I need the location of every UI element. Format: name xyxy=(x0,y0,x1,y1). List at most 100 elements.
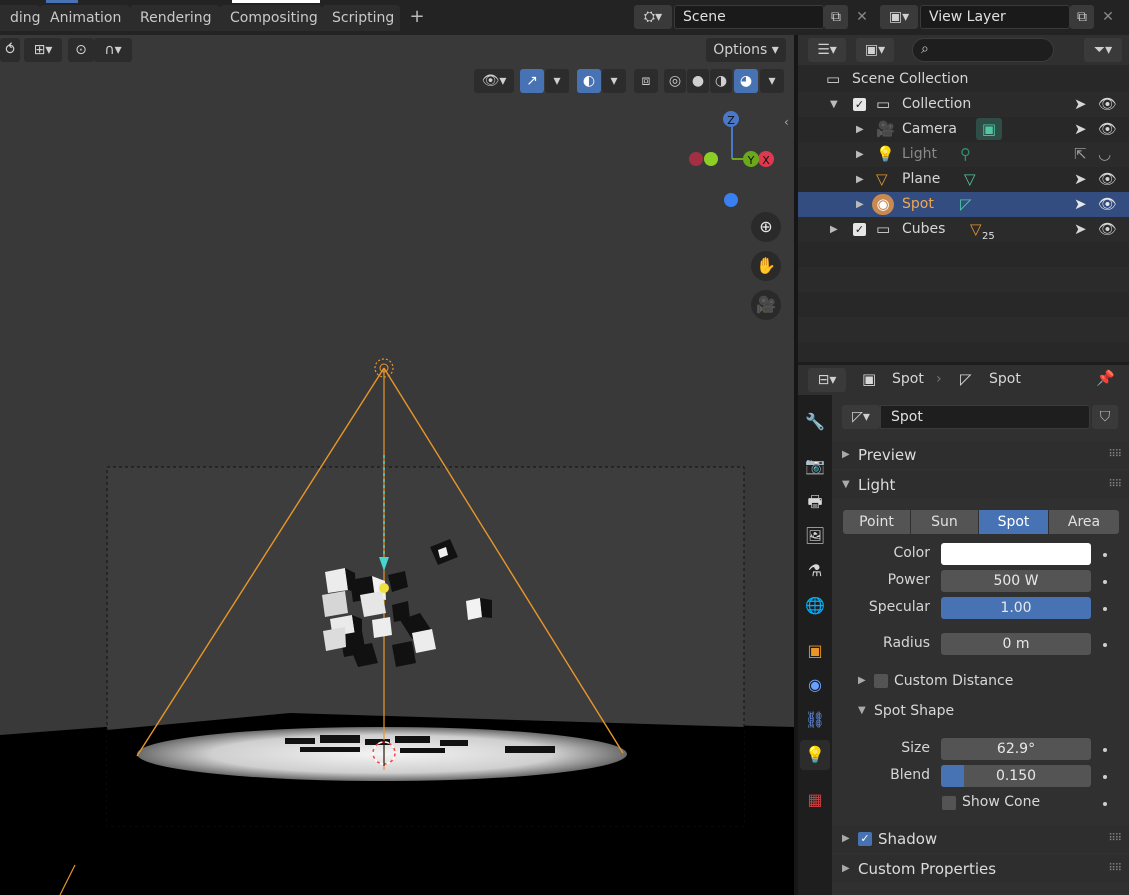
select-arrow-icon[interactable]: ➤ xyxy=(1074,92,1087,117)
options-dropdown[interactable]: Options ▾ xyxy=(706,38,786,62)
drag-grip-icon[interactable]: ⠿⠿ xyxy=(1108,855,1122,883)
view-layer-copy-button[interactable]: ⧉ xyxy=(1070,5,1094,29)
light-type-area[interactable]: Area xyxy=(1049,510,1119,534)
expand-right-icon[interactable]: ▶ xyxy=(856,192,864,217)
light-data-tab-icon[interactable]: 💡 xyxy=(800,740,830,770)
rendered-shading-button[interactable]: ◕ xyxy=(734,69,758,93)
workspace-tab-compositing[interactable]: Compositing xyxy=(220,5,322,31)
workspace-tab-rendering[interactable]: Rendering xyxy=(130,5,220,31)
camera-data-icon[interactable]: ▣ xyxy=(976,118,1002,140)
tool-tab-icon[interactable]: 🔧 xyxy=(800,407,830,437)
3d-viewport[interactable]: Z X Y ⥀ ⊞▾ ⊙ ∩▾ Options ▾ 👁▾ ↗ ▾ ◐ ▾ ⧈ ◎… xyxy=(0,35,794,895)
custom-properties-panel-header[interactable]: ▶ Custom Properties ⠿⠿ xyxy=(832,855,1129,883)
proportional-edit-button[interactable]: ⊙ xyxy=(68,38,94,62)
outliner-row-plane[interactable]: ▶ ▽ Plane ▽ ➤ 👁 xyxy=(798,167,1129,192)
select-arrow-icon[interactable]: ➤ xyxy=(1074,167,1087,192)
select-arrow-icon[interactable]: ➤ xyxy=(1074,217,1087,242)
outliner-row-camera[interactable]: ▶ 🎥 Camera ▣ ➤ 👁 xyxy=(798,117,1129,142)
scene-name-field[interactable]: Scene xyxy=(674,5,824,29)
expand-right-icon[interactable]: ▶ xyxy=(856,117,864,142)
drag-grip-icon[interactable]: ⠿⠿ xyxy=(1108,441,1122,469)
custom-distance-subpanel[interactable]: ▶ Custom Distance xyxy=(832,667,1129,695)
drag-grip-icon[interactable]: ⠿⠿ xyxy=(1108,825,1122,853)
preview-panel-header[interactable]: ▶ Preview ⠿⠿ xyxy=(832,441,1129,469)
solid-shading-button[interactable]: ● xyxy=(687,69,709,93)
mesh-data-icon[interactable]: ▽ xyxy=(964,167,976,192)
physics-tab-icon[interactable]: ◉ xyxy=(800,670,830,700)
scene-collection-row[interactable]: ▭ Scene Collection xyxy=(798,67,1129,92)
select-arrow-icon[interactable]: ➤ xyxy=(1074,192,1087,217)
wireframe-shading-button[interactable]: ◎ xyxy=(664,69,686,93)
outliner-row-collection[interactable]: ▼ ✓ ▭ Collection ➤ 👁 xyxy=(798,92,1129,117)
pin-icon[interactable]: 📌 xyxy=(1096,369,1115,387)
spot-data-icon[interactable]: ◸ xyxy=(960,192,972,217)
expand-down-icon[interactable]: ▼ xyxy=(830,92,838,117)
material-shading-button[interactable]: ◑ xyxy=(710,69,732,93)
editor-type-dropdown[interactable]: ⊟▾ xyxy=(808,368,846,392)
editor-type-dropdown[interactable]: ☰▾ xyxy=(808,38,846,62)
scene-browse-button[interactable]: ⛭▾ xyxy=(634,5,672,29)
light-type-point[interactable]: Point xyxy=(843,510,910,534)
shadow-checkbox[interactable]: ✓ xyxy=(858,832,872,846)
fake-user-shield-icon[interactable]: ⛉ xyxy=(1092,405,1118,429)
constraints-tab-icon[interactable]: ⛓ xyxy=(800,705,830,735)
mesh-object-icon[interactable]: ▽ xyxy=(970,217,982,242)
light-panel-header[interactable]: ▼ Light ⠿⠿ xyxy=(832,471,1129,499)
scene-close-button[interactable]: ✕ xyxy=(852,5,872,29)
light-datablock-name[interactable]: Spot xyxy=(880,405,1090,429)
select-arrow-icon[interactable]: ➤ xyxy=(1074,117,1087,142)
eye-icon[interactable]: 👁 xyxy=(1098,92,1117,117)
expand-right-icon[interactable]: ▶ xyxy=(830,217,838,242)
radius-field[interactable]: 0 m xyxy=(941,633,1091,655)
xray-toggle[interactable]: ⧈ xyxy=(634,69,658,93)
keyframe-dot[interactable] xyxy=(1103,553,1107,557)
eye-icon[interactable]: 👁 xyxy=(1098,217,1117,242)
expand-right-icon[interactable]: ▶ xyxy=(856,167,864,192)
falloff-dropdown[interactable]: ∩▾ xyxy=(94,38,132,62)
zoom-icon[interactable]: ⊕ xyxy=(751,212,781,242)
spot-size-field[interactable]: 62.9° xyxy=(941,738,1091,760)
keyframe-dot[interactable] xyxy=(1103,748,1107,752)
workspace-tab-shading[interactable]: ding xyxy=(0,5,41,31)
shading-dropdown[interactable]: ▾ xyxy=(760,69,784,93)
light-type-spot[interactable]: Spot xyxy=(979,510,1048,534)
object-tab-icon[interactable]: ▣ xyxy=(800,636,830,666)
spot-shape-subpanel-header[interactable]: ▼ Spot Shape xyxy=(832,697,1129,725)
pan-hand-icon[interactable]: ✋ xyxy=(751,251,781,281)
gizmo-dropdown[interactable]: ▾ xyxy=(545,69,569,93)
spot-blend-slider[interactable]: 0.150 xyxy=(941,765,1091,787)
exclude-checkbox[interactable]: ✓ xyxy=(853,98,866,111)
eye-closed-icon[interactable]: ◡ xyxy=(1098,142,1111,167)
outliner-row-cubes[interactable]: ▶ ✓ ▭ Cubes ▽ 25 ➤ 👁 xyxy=(798,217,1129,242)
outliner-row-light[interactable]: ▶ 💡 Light ⚲ ⇱ ◡ xyxy=(798,142,1129,167)
exclude-checkbox[interactable]: ✓ xyxy=(853,223,866,236)
view-layer-browse-button[interactable]: ▣▾ xyxy=(880,5,918,29)
keyframe-dot[interactable] xyxy=(1103,607,1107,611)
keyframe-dot[interactable] xyxy=(1103,802,1107,806)
light-type-sun[interactable]: Sun xyxy=(911,510,978,534)
power-field[interactable]: 500 W xyxy=(941,570,1091,592)
specular-field[interactable]: 1.00 xyxy=(941,597,1091,619)
scene-tab-icon[interactable]: ⚗ xyxy=(800,556,830,586)
keyframe-dot[interactable] xyxy=(1103,643,1107,647)
eye-icon[interactable]: 👁 xyxy=(1098,192,1117,217)
sidebar-collapse-icon[interactable]: ‹ xyxy=(784,115,794,129)
color-swatch[interactable] xyxy=(941,543,1091,565)
scene-copy-button[interactable]: ⧉ xyxy=(824,5,848,29)
overlays-toggle[interactable]: ◐ xyxy=(577,69,601,93)
world-tab-icon[interactable]: 🌐 xyxy=(800,591,830,621)
eye-icon[interactable]: 👁 xyxy=(1098,167,1117,192)
keyframe-dot[interactable] xyxy=(1103,580,1107,584)
snap-icon[interactable]: ⥀ xyxy=(0,38,20,62)
display-mode-dropdown[interactable]: ▣▾ xyxy=(856,38,894,62)
search-input[interactable]: ⌕ xyxy=(912,38,1054,62)
snap-target-dropdown[interactable]: ⊞▾ xyxy=(24,38,62,62)
eye-icon[interactable]: 👁 xyxy=(1098,117,1117,142)
view-layer-close-button[interactable]: ✕ xyxy=(1098,5,1118,29)
outliner-row-spot[interactable]: ▶ ◉ Spot ◸ ➤ 👁 xyxy=(798,192,1129,217)
expand-right-icon[interactable]: ▶ xyxy=(856,142,864,167)
keyframe-dot[interactable] xyxy=(1103,775,1107,779)
view-layer-name-field[interactable]: View Layer xyxy=(920,5,1070,29)
visibility-dropdown[interactable]: 👁▾ xyxy=(474,69,514,93)
render-tab-icon[interactable]: 📷 xyxy=(800,451,830,481)
